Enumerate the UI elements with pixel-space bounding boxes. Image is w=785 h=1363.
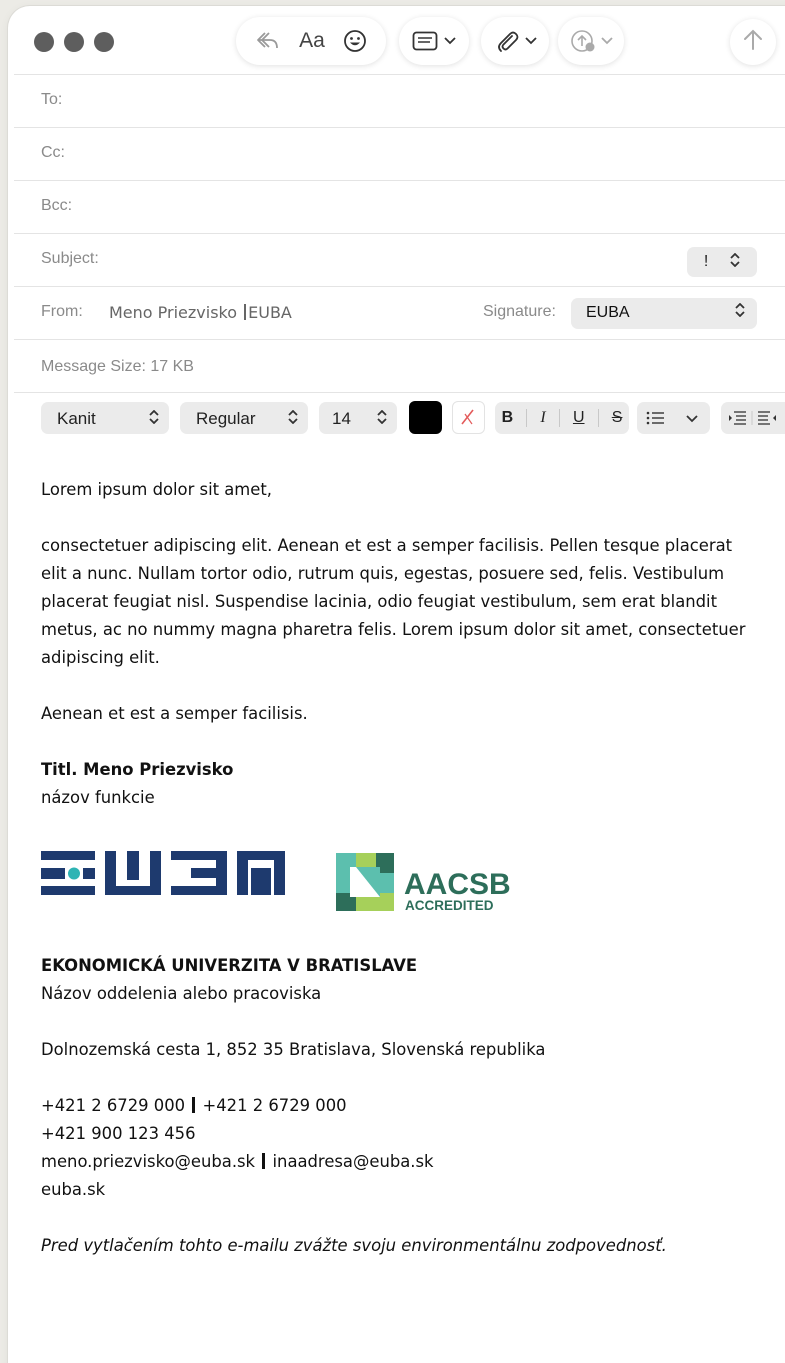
chevron-down-icon: [524, 37, 537, 45]
chevron-updown-icon: [377, 409, 387, 429]
divider: [558, 409, 560, 427]
priority-value: !: [703, 253, 709, 270]
euba-logo: [41, 851, 285, 895]
signature-label: Signature:: [483, 303, 556, 320]
separator: [262, 1153, 266, 1169]
from-select[interactable]: Meno Priezvisko EUBA: [109, 303, 292, 322]
to-label: To:: [41, 91, 63, 108]
cc-label: Cc:: [41, 144, 65, 161]
compose-window: Aa To: Cc: Bcc: Subject: ! From: Meno Pr…: [8, 6, 785, 1363]
signature-value: EUBA: [586, 304, 630, 321]
font-weight-value: Regular: [196, 409, 256, 428]
list-icon: [646, 411, 698, 425]
paragraph-line: consectetuer adipiscing elit. Aenean et …: [41, 536, 733, 555]
website-link[interactable]: euba.sk: [41, 1176, 761, 1204]
email-line: meno.priezvisko@euba.sk inaadresa@euba.s…: [41, 1148, 761, 1176]
priority-select[interactable]: !: [687, 247, 757, 277]
message-size-row: Message Size: 17 KB: [14, 339, 785, 392]
email-2[interactable]: inaadresa@euba.sk: [273, 1152, 434, 1171]
to-field[interactable]: To:: [14, 74, 785, 127]
message-body[interactable]: Lorem ipsum dolor sit amet, consectetuer…: [41, 476, 761, 812]
subject-label: Subject:: [41, 250, 99, 267]
subject-field[interactable]: Subject: !: [14, 233, 785, 286]
paragraph-line: elit a nunc. Nullam tortor odio, rutrum …: [41, 564, 725, 583]
reply-icon[interactable]: [255, 30, 281, 52]
attachment-button[interactable]: [481, 17, 549, 65]
font-size-value: 14: [332, 409, 351, 428]
send-icon: [743, 29, 763, 55]
disclaimer: Pred vytlačením tohto e-mailu zvážte svo…: [41, 1236, 667, 1255]
email-1[interactable]: meno.priezvisko@euba.sk: [41, 1152, 255, 1171]
zoom-window-button[interactable]: [94, 32, 114, 52]
send-button[interactable]: [730, 19, 776, 65]
org-department: Názov oddelenia alebo pracoviska: [41, 984, 322, 1003]
chevron-updown-icon: [730, 252, 740, 272]
org-name: EKONOMICKÁ UNIVERZITA V BRATISLAVE: [41, 956, 418, 975]
underline-button[interactable]: U: [573, 409, 585, 427]
phone-2: +421 2 6729 000: [202, 1096, 347, 1115]
separator: [244, 304, 247, 320]
divider: [526, 409, 528, 427]
bold-button[interactable]: B: [502, 409, 514, 427]
cc-field[interactable]: Cc:: [14, 127, 785, 180]
signature-logos: AACSB ACCREDITED: [41, 851, 541, 921]
signature-name: Titl. Meno Priezvisko: [41, 760, 234, 779]
font-icon[interactable]: Aa: [299, 29, 325, 53]
no-color-icon: [461, 409, 474, 425]
from-org: EUBA: [248, 303, 292, 322]
paragraph-line: metus, ac no nummy magna pharetra felis.…: [41, 620, 746, 639]
aacsb-text: AACSB: [404, 868, 511, 901]
chevron-down-icon: [600, 37, 613, 45]
attachment-icon: [494, 28, 520, 54]
signature-role: názov funkcie: [41, 788, 155, 807]
text-color-swatch[interactable]: [409, 401, 442, 434]
format-toolbar-group: Aa: [236, 17, 386, 65]
chevron-updown-icon: [735, 302, 745, 322]
divider: [597, 409, 599, 427]
org-address: Dolnozemská cesta 1, 852 35 Bratislava, …: [41, 1040, 546, 1059]
format-bar: Kanit Regular 14 B I U S: [14, 392, 785, 445]
from-field: From: Meno Priezvisko EUBA Signature: EU…: [14, 286, 785, 339]
mobile-line: +421 900 123 456: [41, 1124, 196, 1143]
font-family-value: Kanit: [57, 409, 96, 428]
separator: [192, 1097, 196, 1113]
signature-select[interactable]: EUBA: [571, 298, 757, 329]
title-bar: Aa: [8, 6, 785, 76]
markup-icon: [570, 28, 598, 54]
strikethrough-button[interactable]: S: [612, 409, 623, 427]
from-label: From:: [41, 303, 83, 320]
italic-button[interactable]: I: [540, 409, 545, 427]
background-color-swatch[interactable]: [452, 401, 485, 434]
phone-line: +421 2 6729 000 +421 2 6729 000: [41, 1092, 761, 1120]
indent-group[interactable]: [721, 402, 785, 434]
chevron-updown-icon: [288, 409, 298, 429]
organization-info: EKONOMICKÁ UNIVERZITA V BRATISLAVE Názov…: [41, 952, 761, 1260]
indent-icon: [729, 411, 776, 425]
bcc-label: Bcc:: [41, 197, 73, 214]
greeting: Lorem ipsum dolor sit amet,: [41, 480, 272, 499]
chevron-updown-icon: [149, 409, 159, 429]
paragraph-line: adipiscing elit.: [41, 648, 160, 667]
font-size-select[interactable]: 14: [319, 402, 397, 434]
emoji-icon[interactable]: [343, 29, 367, 53]
font-family-select[interactable]: Kanit: [41, 402, 169, 434]
message-size: Message Size: 17 KB: [41, 358, 194, 375]
minimize-window-button[interactable]: [64, 32, 84, 52]
text-style-group: B I U S: [495, 402, 629, 434]
chevron-down-icon: [444, 37, 456, 45]
list-style-select[interactable]: [637, 402, 710, 434]
aacsb-logo: AACSB ACCREDITED: [336, 853, 511, 913]
close-window-button[interactable]: [34, 32, 54, 52]
header-fields-button[interactable]: [399, 17, 469, 65]
phone-1: +421 2 6729 000: [41, 1096, 186, 1115]
markup-button[interactable]: [558, 17, 624, 65]
from-name: Meno Priezvisko: [109, 303, 238, 322]
bcc-field[interactable]: Bcc:: [14, 180, 785, 233]
closing-line: Aenean et est a semper facilisis.: [41, 704, 308, 723]
header-fields-icon: [412, 31, 438, 51]
paragraph-line: placerat feugiat nisl. Suspendise lacini…: [41, 592, 718, 611]
font-weight-select[interactable]: Regular: [180, 402, 308, 434]
accredited-text: ACCREDITED: [405, 898, 494, 913]
